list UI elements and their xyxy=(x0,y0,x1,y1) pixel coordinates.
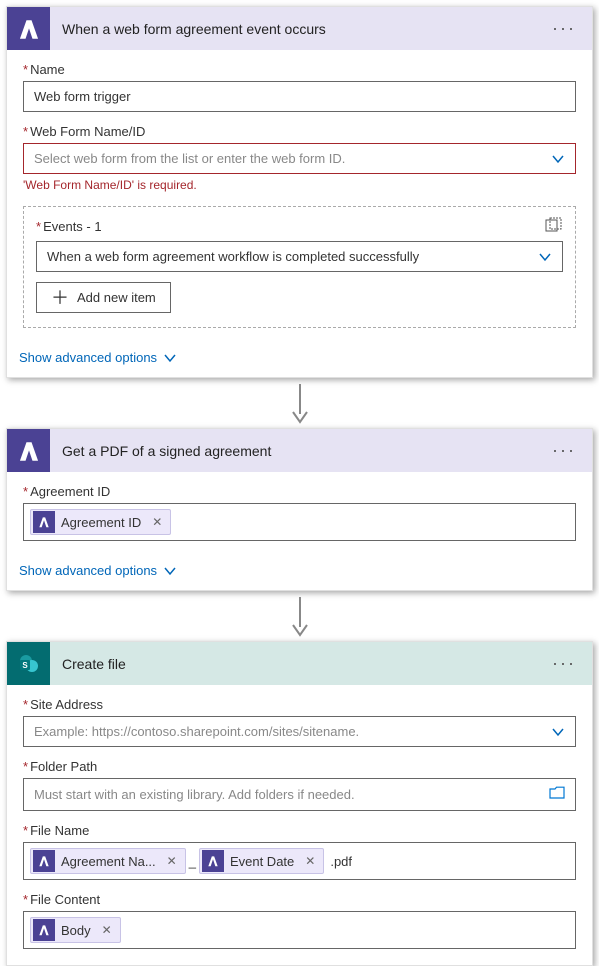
separator-text: _ xyxy=(188,854,197,869)
file-name-label: *File Name xyxy=(23,823,576,838)
add-new-item-button[interactable]: ＋ Add new item xyxy=(36,282,171,313)
card-menu-button[interactable]: ··· xyxy=(536,653,592,674)
adobe-sign-icon xyxy=(33,919,55,941)
card-title: Create file xyxy=(50,656,536,672)
body-token[interactable]: Body ✕ xyxy=(30,917,121,943)
events-dropdown[interactable]: When a web form agreement workflow is co… xyxy=(36,241,563,272)
card-title: When a web form agreement event occurs xyxy=(50,21,536,37)
agreement-id-label: *Agreement ID xyxy=(23,484,576,499)
chevron-down-icon xyxy=(163,351,177,365)
chevron-down-icon xyxy=(163,564,177,578)
adobe-sign-icon xyxy=(33,511,55,533)
events-value: When a web form agreement workflow is co… xyxy=(47,249,419,264)
svg-text:S: S xyxy=(22,661,28,670)
webform-error: 'Web Form Name/ID' is required. xyxy=(23,178,576,192)
action-card-get-pdf: Get a PDF of a signed agreement ··· *Agr… xyxy=(6,428,593,591)
site-address-placeholder: Example: https://contoso.sharepoint.com/… xyxy=(34,724,359,739)
show-advanced-options-link[interactable]: Show advanced options xyxy=(7,344,193,377)
array-switch-icon[interactable] xyxy=(545,217,563,235)
adobe-sign-icon xyxy=(7,7,50,50)
webform-placeholder: Select web form from the list or enter t… xyxy=(34,151,345,166)
adobe-sign-icon xyxy=(202,850,224,872)
remove-token-icon[interactable]: ✕ xyxy=(100,923,114,937)
adobe-sign-icon xyxy=(7,429,50,472)
folder-path-placeholder: Must start with an existing library. Add… xyxy=(34,787,355,802)
card-menu-button[interactable]: ··· xyxy=(536,18,592,39)
flow-arrow xyxy=(6,591,593,641)
remove-token-icon[interactable]: ✕ xyxy=(150,515,164,529)
card-body: *Name *Web Form Name/ID Select web form … xyxy=(7,50,592,344)
agreement-id-token[interactable]: Agreement ID ✕ xyxy=(30,509,171,535)
chevron-down-icon xyxy=(551,152,565,166)
trigger-card: When a web form agreement event occurs ·… xyxy=(6,6,593,378)
chevron-down-icon xyxy=(551,725,565,739)
folder-path-input[interactable]: Must start with an existing library. Add… xyxy=(23,778,576,811)
filename-suffix: .pdf xyxy=(326,854,356,869)
flow-arrow xyxy=(6,378,593,428)
site-address-label: *Site Address xyxy=(23,697,576,712)
events-label: *Events - 1 xyxy=(36,219,102,234)
agreement-id-input[interactable]: Agreement ID ✕ xyxy=(23,503,576,541)
card-header[interactable]: S Create file ··· xyxy=(7,642,592,685)
file-content-input[interactable]: Body ✕ xyxy=(23,911,576,949)
events-array-box: *Events - 1 When a web form agreement wo… xyxy=(23,206,576,328)
folder-picker-icon[interactable] xyxy=(549,786,565,803)
card-title: Get a PDF of a signed agreement xyxy=(50,443,536,459)
card-body: *Site Address Example: https://contoso.s… xyxy=(7,685,592,965)
sharepoint-icon: S xyxy=(7,642,50,685)
remove-token-icon[interactable]: ✕ xyxy=(303,854,317,868)
card-menu-button[interactable]: ··· xyxy=(536,440,592,461)
chevron-down-icon xyxy=(538,250,552,264)
site-address-dropdown[interactable]: Example: https://contoso.sharepoint.com/… xyxy=(23,716,576,747)
adobe-sign-icon xyxy=(33,850,55,872)
folder-path-label: *Folder Path xyxy=(23,759,576,774)
file-content-label: *File Content xyxy=(23,892,576,907)
agreement-name-token[interactable]: Agreement Na... ✕ xyxy=(30,848,186,874)
remove-token-icon[interactable]: ✕ xyxy=(165,854,179,868)
webform-dropdown[interactable]: Select web form from the list or enter t… xyxy=(23,143,576,174)
file-name-input[interactable]: Agreement Na... ✕ _ Event Date ✕ .pdf xyxy=(23,842,576,880)
webform-label: *Web Form Name/ID xyxy=(23,124,576,139)
show-advanced-options-link[interactable]: Show advanced options xyxy=(7,557,193,590)
card-header[interactable]: Get a PDF of a signed agreement ··· xyxy=(7,429,592,472)
plus-icon: ＋ xyxy=(51,291,69,305)
name-label: *Name xyxy=(23,62,576,77)
card-body: *Agreement ID Agreement ID ✕ xyxy=(7,472,592,557)
action-card-create-file: S Create file ··· *Site Address Example:… xyxy=(6,641,593,966)
name-input[interactable] xyxy=(23,81,576,112)
card-header[interactable]: When a web form agreement event occurs ·… xyxy=(7,7,592,50)
event-date-token[interactable]: Event Date ✕ xyxy=(199,848,324,874)
